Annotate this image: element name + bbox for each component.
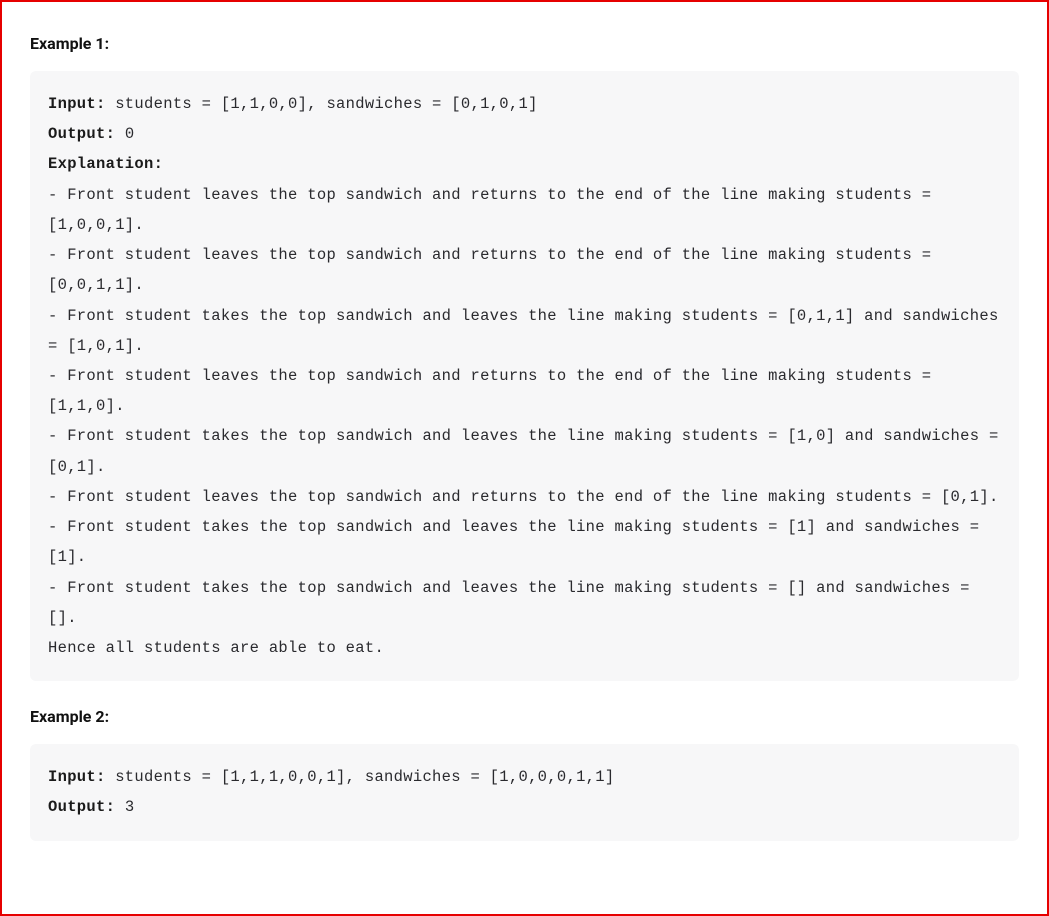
- example1-codeblock: Input: students = [1,1,0,0], sandwiches …: [30, 71, 1019, 681]
- input-label: Input:: [48, 95, 106, 113]
- output-text: 3: [115, 798, 134, 816]
- example2-heading: Example 2:: [30, 707, 1019, 726]
- explanation-label: Explanation:: [48, 155, 163, 173]
- input-label: Input:: [48, 768, 106, 786]
- input-text: students = [1,1,0,0], sandwiches = [0,1,…: [106, 95, 538, 113]
- example1-heading: Example 1:: [30, 34, 1019, 53]
- output-label: Output:: [48, 125, 115, 143]
- output-label: Output:: [48, 798, 115, 816]
- output-text: 0: [115, 125, 134, 143]
- explanation-body: - Front student leaves the top sandwich …: [48, 186, 1008, 657]
- example2-codeblock: Input: students = [1,1,1,0,0,1], sandwic…: [30, 744, 1019, 840]
- input-text: students = [1,1,1,0,0,1], sandwiches = […: [106, 768, 615, 786]
- page-container: Example 1: Input: students = [1,1,0,0], …: [0, 0, 1049, 916]
